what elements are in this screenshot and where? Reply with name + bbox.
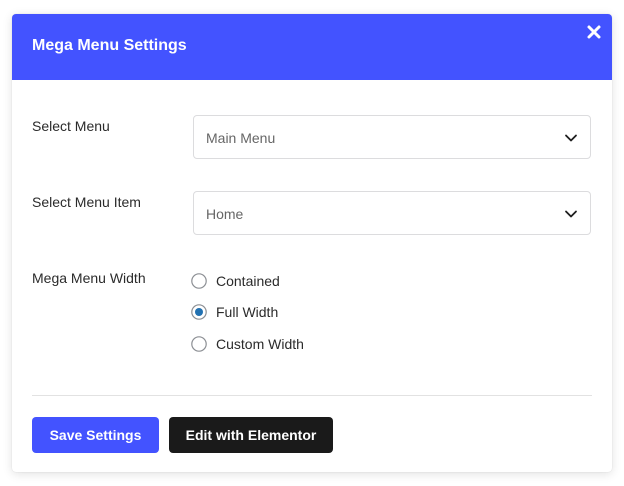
radio-unchecked-icon <box>191 273 207 289</box>
radio-full-width-label: Full Width <box>216 304 279 320</box>
edit-with-elementor-button[interactable]: Edit with Elementor <box>169 417 333 453</box>
chevron-down-icon <box>564 207 578 221</box>
close-button[interactable] <box>584 22 604 42</box>
modal-header: Mega Menu Settings <box>12 14 612 80</box>
close-icon <box>584 22 604 42</box>
select-menu-item-value: Home <box>206 206 244 222</box>
modal-title: Mega Menu Settings <box>32 37 187 54</box>
radio-checked-icon <box>191 304 207 320</box>
select-menu-value: Main Menu <box>206 130 276 146</box>
mega-menu-settings-modal: Mega Menu Settings Select Menu Main Menu… <box>12 14 612 472</box>
select-menu-label: Select Menu <box>32 118 110 134</box>
mega-menu-width-label: Mega Menu Width <box>32 270 146 286</box>
radio-custom-width-label: Custom Width <box>216 336 304 352</box>
radio-unchecked-icon <box>191 336 207 352</box>
select-menu-item-dropdown[interactable]: Home <box>193 191 591 235</box>
save-settings-button[interactable]: Save Settings <box>32 417 159 453</box>
chevron-down-icon <box>564 131 578 145</box>
select-menu-item-label: Select Menu Item <box>32 194 141 210</box>
select-menu-dropdown[interactable]: Main Menu <box>193 115 591 159</box>
radio-contained-label: Contained <box>216 273 280 289</box>
footer-divider <box>32 395 592 396</box>
